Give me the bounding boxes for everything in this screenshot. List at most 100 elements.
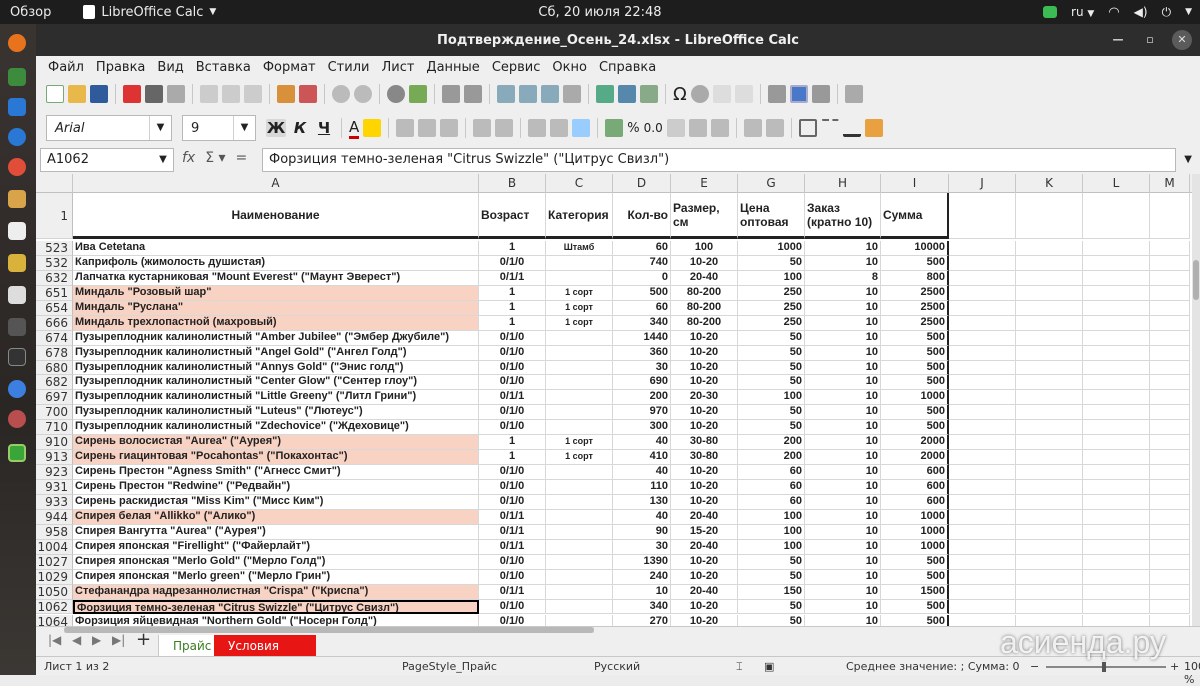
split-window-icon[interactable] — [811, 85, 830, 103]
last-sheet-icon[interactable]: ▶| — [112, 633, 125, 647]
cell-price[interactable]: 50 — [738, 360, 805, 376]
cell-name[interactable]: Пузыреплодник калинолистный "Zdechovice"… — [73, 420, 479, 436]
row-header[interactable]: 1050 — [36, 584, 73, 600]
cell-order[interactable]: 10 — [805, 420, 881, 436]
cell-cat[interactable]: 1 сорт — [546, 285, 613, 301]
print-preview-icon[interactable] — [167, 85, 185, 103]
close-button[interactable]: ✕ — [1172, 30, 1192, 50]
empty-cell[interactable] — [949, 494, 1016, 510]
conditional-format-icon[interactable] — [864, 119, 883, 137]
name-box[interactable]: A1062 ▼ — [40, 148, 174, 172]
row-header[interactable]: 532 — [36, 255, 73, 271]
align-top-icon[interactable] — [528, 119, 547, 137]
row-header[interactable]: 910 — [36, 435, 73, 451]
highlight-color-icon[interactable] — [363, 119, 382, 137]
cell-qty[interactable]: 60 — [613, 300, 671, 316]
volume-icon[interactable]: ◀) — [1134, 5, 1148, 19]
cell-qty[interactable]: 40 — [613, 435, 671, 451]
clone-formatting-icon[interactable] — [277, 85, 295, 103]
column-header-J[interactable]: J — [949, 174, 1016, 193]
page-style[interactable]: PageStyle_Прайс — [402, 660, 497, 673]
cell-size[interactable]: 20-30 — [671, 390, 738, 406]
empty-cell[interactable] — [1083, 539, 1150, 555]
cell-cat[interactable] — [546, 360, 613, 376]
empty-cell[interactable] — [1150, 300, 1190, 316]
number-format-icon[interactable]: 0.0 — [644, 121, 663, 135]
cell-price[interactable]: 50 — [738, 569, 805, 585]
cell-sum[interactable]: 500 — [881, 360, 949, 376]
date-format-icon[interactable] — [666, 119, 685, 137]
menu-help[interactable]: Справка — [593, 60, 662, 75]
empty-cell[interactable] — [1083, 241, 1150, 256]
cell-price[interactable]: 200 — [738, 450, 805, 466]
column-header-L[interactable]: L — [1083, 174, 1150, 193]
cell-price[interactable]: 50 — [738, 614, 805, 626]
empty-cell[interactable] — [949, 270, 1016, 286]
empty-cell[interactable] — [949, 509, 1016, 525]
cell-price[interactable]: 50 — [738, 345, 805, 361]
open-folder-icon[interactable] — [68, 85, 86, 103]
empty-cell[interactable] — [1016, 405, 1083, 421]
empty-cell[interactable] — [1150, 375, 1190, 391]
insert-image-icon[interactable] — [596, 85, 614, 103]
cell-name[interactable]: Пузыреплодник калинолистный "Annys Gold"… — [73, 360, 479, 376]
spelling-icon[interactable] — [409, 85, 427, 103]
column-header-B[interactable]: B — [479, 174, 546, 193]
cell-age[interactable]: 1 — [479, 315, 546, 331]
cell-cat[interactable] — [546, 569, 613, 585]
row-header[interactable]: 913 — [36, 450, 73, 466]
cell-age[interactable]: 0/1/0 — [479, 405, 546, 421]
row-header[interactable]: 654 — [36, 300, 73, 316]
app-menu[interactable]: LibreOffice Calc ▼ — [83, 5, 216, 20]
cell-sum[interactable]: 600 — [881, 480, 949, 495]
empty-cell[interactable] — [1016, 193, 1083, 239]
empty-cell[interactable] — [949, 193, 1016, 239]
redo-icon[interactable] — [354, 85, 372, 103]
cell-order[interactable]: 8 — [805, 270, 881, 286]
header-cell-price[interactable]: Цена оптовая — [738, 193, 805, 239]
export-pdf-icon[interactable] — [123, 85, 141, 103]
menu-window[interactable]: Окно — [546, 60, 593, 75]
cell-order[interactable]: 10 — [805, 465, 881, 481]
cell-order[interactable]: 10 — [805, 554, 881, 570]
empty-cell[interactable] — [949, 330, 1016, 346]
cell-price[interactable]: 100 — [738, 524, 805, 540]
menu-edit[interactable]: Правка — [90, 60, 151, 75]
add-decimal-icon[interactable] — [688, 119, 707, 137]
empty-cell[interactable] — [1150, 524, 1190, 540]
camera-icon[interactable] — [8, 286, 26, 304]
row-header[interactable]: 944 — [36, 509, 73, 525]
cell-cat[interactable]: 1 сорт — [546, 435, 613, 451]
chrome-icon[interactable] — [8, 380, 26, 398]
zoom-slider-knob[interactable] — [1102, 662, 1106, 672]
cell-sum[interactable]: 500 — [881, 345, 949, 361]
maximize-button[interactable]: ▫ — [1140, 30, 1160, 50]
empty-cell[interactable] — [949, 375, 1016, 391]
menu-file[interactable]: Файл — [42, 60, 90, 75]
menu-format[interactable]: Формат — [257, 60, 322, 75]
align-middle-icon[interactable] — [550, 119, 569, 137]
cell-qty[interactable]: 0 — [613, 270, 671, 286]
cell-sum[interactable]: 500 — [881, 255, 949, 271]
cell-cat[interactable] — [546, 539, 613, 555]
cell-sum[interactable]: 2000 — [881, 450, 949, 466]
cell-age[interactable]: 0/1/0 — [479, 375, 546, 391]
cell-qty[interactable]: 10 — [613, 584, 671, 600]
empty-cell[interactable] — [1016, 554, 1083, 570]
empty-cell[interactable] — [1150, 330, 1190, 346]
empty-cell[interactable] — [1150, 315, 1190, 331]
cell-name[interactable]: Сирень Престон "Redwine" ("Редвайн") — [73, 480, 479, 495]
empty-cell[interactable] — [1016, 509, 1083, 525]
zoom-slider[interactable] — [1046, 662, 1166, 672]
cell-qty[interactable]: 970 — [613, 405, 671, 421]
expand-formula-icon[interactable]: ▼ — [1184, 154, 1192, 165]
cell-sum[interactable]: 500 — [881, 420, 949, 436]
cell-name[interactable]: Форзиция темно-зеленая "Citrus Swizzle" … — [73, 599, 479, 615]
cell-sum[interactable]: 10000 — [881, 241, 949, 256]
cell-order[interactable]: 10 — [805, 390, 881, 406]
empty-cell[interactable] — [1083, 509, 1150, 525]
cell-qty[interactable]: 500 — [613, 285, 671, 301]
empty-cell[interactable] — [1083, 524, 1150, 540]
define-print-area-icon[interactable] — [767, 85, 786, 103]
empty-cell[interactable] — [1150, 480, 1190, 495]
